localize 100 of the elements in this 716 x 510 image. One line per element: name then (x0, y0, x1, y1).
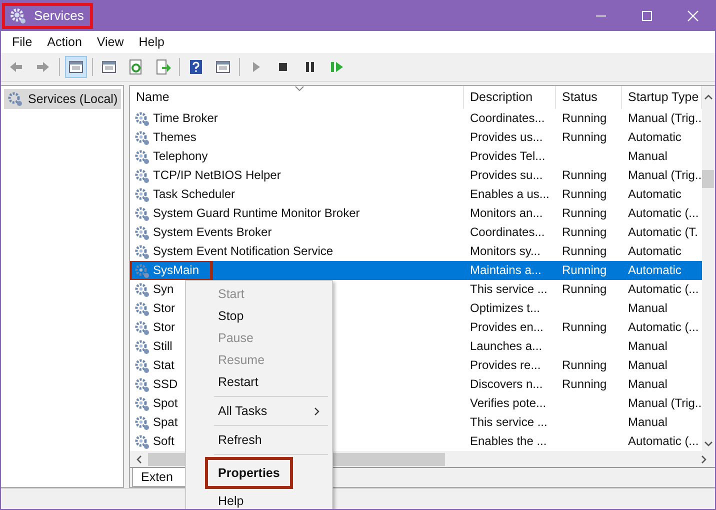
gear-icon (134, 338, 150, 354)
menu-item[interactable]: Restart (186, 371, 332, 393)
table-cell-text: Manual (627, 148, 668, 165)
table-cell: Running (562, 187, 607, 201)
close-icon[interactable] (687, 10, 699, 22)
service-name[interactable]: Spat (153, 413, 178, 432)
service-name[interactable]: System Guard Runtime Monitor Broker (153, 204, 360, 223)
scroll-thumb[interactable] (702, 170, 714, 188)
gear-icon (134, 148, 150, 164)
menu-item[interactable]: Help (186, 490, 332, 509)
table-cell: Running (562, 168, 607, 182)
menu-item[interactable]: Stop (186, 305, 332, 327)
table-cell: Running (562, 225, 607, 239)
window-title: Services (34, 8, 84, 23)
table-cell: Running (562, 320, 607, 334)
gear-icon (134, 300, 150, 316)
gear-icon (134, 206, 150, 222)
service-name[interactable]: Stor (153, 318, 176, 337)
table-cell-text: Automatic (... (627, 281, 700, 298)
column-header[interactable]: Description (464, 86, 556, 109)
gear-icon (134, 186, 150, 202)
gear-icon (134, 282, 150, 298)
gear-icon (134, 168, 150, 184)
tree-item[interactable]: Services (Local) (4, 89, 121, 109)
table-cell: Running (562, 263, 607, 277)
table-cell-text: Optimizes t... (469, 300, 542, 317)
table-cell-text: Manual (Trig.. (627, 110, 702, 127)
table-cell-text: Manual (627, 338, 668, 355)
table-cell-text: Monitors an... (469, 205, 544, 222)
table-cell-text: Automatic (627, 243, 682, 260)
table-cell-text: Provides en... (469, 319, 544, 336)
menu-item[interactable]: View (96, 35, 124, 49)
table-cell-text: Provides us... (469, 129, 544, 146)
gear-icon (134, 130, 150, 146)
service-name[interactable]: Task Scheduler (153, 185, 236, 204)
maximize-icon[interactable] (641, 10, 653, 22)
service-name[interactable]: Time Broker (153, 109, 218, 128)
gear-icon (7, 91, 23, 107)
table-cell-text: Automatic (627, 262, 682, 279)
table-cell-text: Automatic (627, 129, 682, 146)
table-cell: Running (562, 111, 607, 125)
menu-item[interactable]: Refresh (186, 429, 332, 451)
gear-icon (134, 224, 150, 240)
table-cell-text: Manual (627, 300, 668, 317)
table-cell-text: Monitors sy... (469, 243, 542, 260)
table-cell: Running (562, 130, 607, 144)
service-name[interactable]: Spot (153, 394, 178, 413)
service-name[interactable]: Syn (153, 280, 174, 299)
table-cell: Running (562, 244, 607, 258)
table-cell-text: This service ... (469, 414, 548, 431)
table-cell-text: Enables the ... (469, 433, 548, 450)
table-cell-text: Automatic (... (627, 433, 700, 450)
service-name[interactable]: System Events Broker (153, 223, 272, 242)
table-cell-text: Discovers n... (469, 376, 544, 393)
table-cell-text: Manual (627, 376, 668, 393)
table-cell-text: Automatic (627, 186, 682, 203)
service-name[interactable]: Telephony (153, 147, 208, 166)
table-cell-text: Coordinates... (469, 224, 546, 241)
menu-item[interactable]: File (12, 35, 32, 49)
gear-icon (134, 376, 150, 392)
menu-item[interactable]: All Tasks (186, 400, 332, 422)
service-name[interactable]: System Event Notification Service (153, 242, 334, 261)
table-cell-text: Manual (Trig.. (627, 167, 702, 184)
column-header[interactable]: Name (130, 86, 464, 109)
gear-icon (134, 110, 150, 126)
service-name[interactable]: Still (153, 337, 172, 356)
sort-icon (295, 86, 304, 91)
menu-item[interactable]: Action (47, 35, 82, 49)
menu-item[interactable]: Properties (206, 458, 292, 488)
service-name[interactable]: TCP/IP NetBIOS Helper (153, 166, 281, 185)
table-cell-text: Provides su... (469, 167, 544, 184)
gear-icon (134, 262, 150, 278)
service-name[interactable]: SSD (153, 375, 178, 394)
service-name[interactable]: Stor (153, 299, 176, 318)
gear-icon (134, 434, 150, 450)
gear-icon (134, 320, 150, 336)
table-cell-text: Manual (627, 414, 668, 431)
column-header[interactable]: Status (556, 86, 622, 109)
table-cell-text: Maintains a... (469, 262, 542, 279)
gear-icon (134, 396, 150, 412)
service-name[interactable]: Soft (153, 432, 174, 451)
service-name[interactable]: Stat (153, 356, 174, 375)
table-cell-text: Automatic (... (627, 319, 700, 336)
gear-icon (134, 358, 150, 374)
table-cell-text: Provides re... (469, 357, 542, 374)
service-name[interactable]: Themes (153, 128, 196, 147)
table-cell-text: Enables a us... (469, 186, 550, 203)
table-cell-text: Automatic (T. (627, 224, 700, 241)
table-cell-text: Coordinates... (469, 110, 546, 127)
vertical-scrollbar[interactable] (702, 86, 715, 451)
table-cell-text: This service ... (469, 281, 548, 298)
table-cell-text: Manual (Trig.. (627, 395, 702, 412)
service-name[interactable]: SysMain (153, 261, 200, 280)
gear-icon (134, 244, 150, 260)
table-cell: Running (562, 282, 607, 296)
table-cell: Running (562, 358, 607, 372)
table-cell: Running (562, 377, 607, 391)
table-cell-text: Manual (627, 357, 668, 374)
menu-item[interactable]: Help (138, 35, 164, 49)
table-cell: Running (562, 206, 607, 220)
